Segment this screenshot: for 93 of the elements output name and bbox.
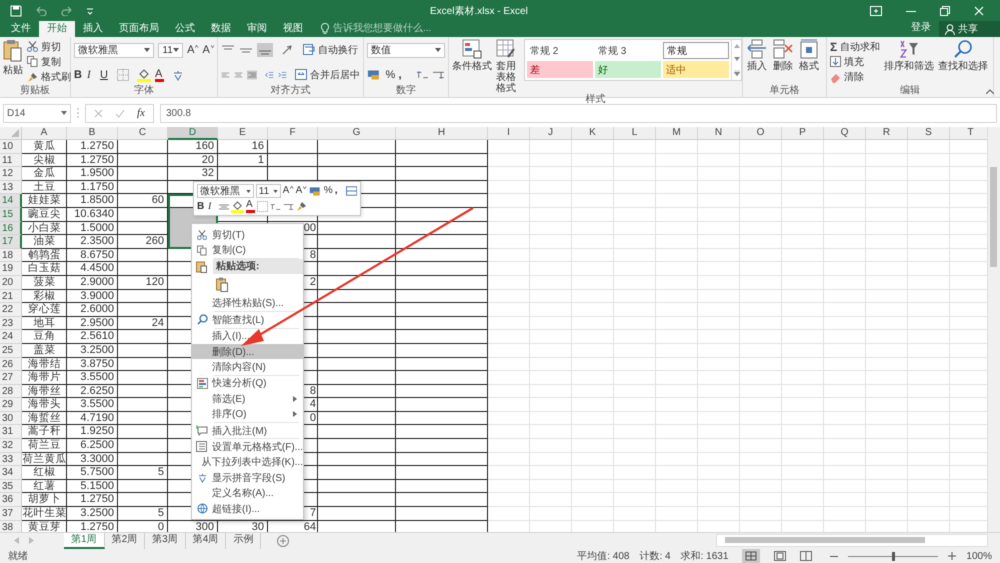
table-cell: 黄豆芽	[28, 520, 61, 532]
table-cell: 160	[196, 140, 214, 152]
count-readout: 计数: 4	[639, 550, 671, 563]
group-label: 对齐方式	[270, 85, 312, 97]
table-cell: 小白菜	[28, 222, 61, 234]
table-cell: 30	[252, 520, 264, 532]
table-cell: 8.6750	[80, 248, 114, 261]
table-cell: 土豆	[34, 180, 56, 193]
table-cell: 64	[304, 520, 316, 532]
table-cell: 0	[310, 412, 316, 424]
table-cell: 穿心莲	[28, 303, 61, 316]
table-cell: 蒿子秆	[28, 425, 61, 438]
table-cell: 红椒	[34, 466, 56, 478]
table-cell: 00	[304, 222, 316, 234]
table-cell: 6.2500	[80, 439, 114, 452]
table-cell: 海带结	[28, 358, 61, 370]
table-cell: 1.8500	[80, 194, 114, 206]
table-cell: 海带头	[28, 398, 61, 410]
window-title: Excel素材.xlsx - Excel	[430, 4, 529, 18]
status-text: 就绪	[8, 550, 28, 563]
table-cell: 1.9500	[80, 167, 114, 180]
table-cell: 8	[310, 248, 316, 261]
table-cell: 3.2500	[80, 507, 114, 520]
table-cell: 2.9000	[80, 276, 114, 288]
table-cell: 10.6340	[74, 208, 114, 220]
table-cell: 尖椒	[34, 154, 56, 166]
table-cell: 1.1750	[80, 180, 114, 193]
table-cell: 300	[196, 520, 214, 532]
group-label: 剪贴板	[19, 85, 51, 97]
table-cell: 白玉菇	[28, 262, 61, 274]
table-cell: 鹌鹑蛋	[28, 248, 61, 261]
table-cell: 油菜	[34, 235, 56, 248]
table-cell: 红薯	[34, 480, 56, 492]
table-cell: 4.4500	[80, 262, 114, 274]
table-cell: 260	[146, 235, 164, 248]
table-cell: 1.2750	[80, 154, 114, 166]
table-cell: 3.3000	[80, 452, 114, 465]
table-cell: 2.6250	[80, 384, 114, 397]
menu-heading: 粘贴选项:	[213, 258, 303, 274]
table-cell: 豆角	[34, 330, 56, 342]
table-cell: 海蜇丝	[28, 412, 61, 424]
group-label: 单元格	[768, 85, 800, 97]
table-cell: 1.2750	[80, 520, 114, 532]
table-cell: 荷兰豆	[28, 439, 61, 452]
table-cell: 1.2750	[80, 493, 114, 506]
table-cell: 5.1500	[80, 480, 114, 492]
table-cell: 3.9000	[80, 290, 114, 302]
table-cell: 2.3500	[80, 235, 114, 248]
table-cell: 娃娃菜	[28, 194, 61, 206]
group-label: 字体	[133, 85, 155, 97]
table-cell: 胡萝卜	[28, 493, 61, 506]
sum-readout: 求和: 1631	[680, 550, 728, 563]
table-cell: 20	[202, 154, 214, 166]
table-cell: 菠菜	[34, 276, 56, 288]
group-label: 样式	[584, 94, 606, 106]
table-cell: 1	[258, 154, 264, 166]
table-cell: 120	[146, 276, 164, 288]
table-cell: 16	[252, 140, 264, 152]
table-cell: 3.5500	[80, 371, 114, 384]
table-cell: 海带丝	[28, 384, 61, 397]
table-cell: 彩椒	[34, 290, 56, 302]
table-cell: 黄瓜	[34, 140, 56, 152]
table-cell: 4	[310, 398, 316, 410]
table-cell: 荷兰黄瓜	[22, 452, 66, 465]
table-cell: 1.5000	[80, 222, 114, 234]
table-cell: 3.8750	[80, 358, 114, 370]
table-cell: 花叶生菜	[22, 507, 66, 520]
table-cell: 5	[158, 466, 164, 478]
table-cell: 金瓜	[34, 167, 56, 180]
table-cell: 2.5610	[80, 330, 114, 342]
table-cell: 盖菜	[34, 344, 56, 356]
table-cell: 2	[310, 276, 316, 288]
group-label: 编辑	[899, 85, 921, 97]
table-cell: 32	[202, 167, 214, 180]
group-label: 数字	[395, 85, 417, 97]
table-cell: 5.7500	[80, 466, 114, 478]
table-cell: 4.7190	[80, 412, 114, 424]
table-cell: 5	[158, 507, 164, 520]
table-cell: 海带片	[28, 371, 61, 384]
table-cell: 2.9500	[80, 316, 114, 329]
table-cell: 0	[158, 520, 164, 532]
average-readout: 平均值: 408	[577, 550, 630, 563]
table-cell: 地耳	[34, 316, 56, 329]
table-cell: 3.5500	[80, 398, 114, 410]
table-cell: 8	[310, 384, 316, 397]
table-cell: 3.2500	[80, 344, 114, 356]
table-cell: 2.6000	[80, 303, 114, 316]
table-cell: 24	[152, 316, 164, 329]
table-cell: 60	[152, 194, 164, 206]
table-cell: 7	[310, 507, 316, 520]
table-cell: 豌豆尖	[28, 208, 61, 220]
table-cell: 1.9250	[80, 425, 114, 438]
table-cell: 1.2750	[80, 140, 114, 152]
